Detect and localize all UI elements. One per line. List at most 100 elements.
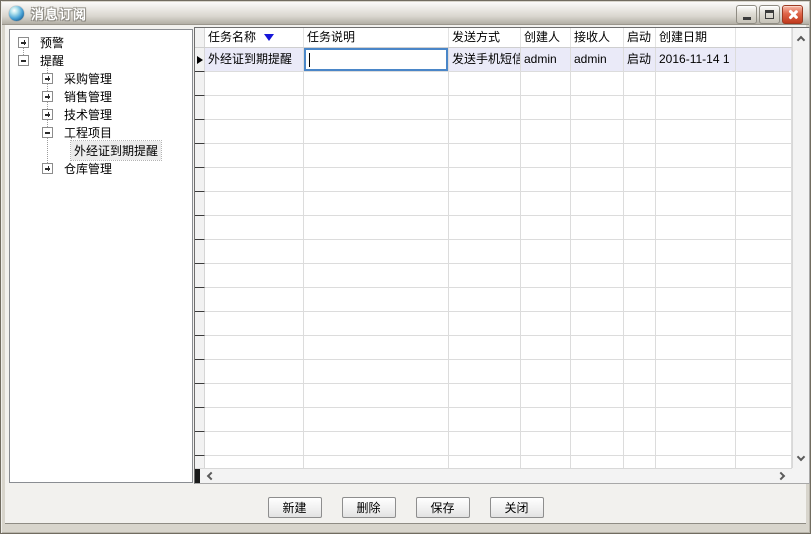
close-icon bbox=[787, 9, 798, 20]
minimize-icon bbox=[743, 17, 751, 20]
minus-icon[interactable] bbox=[42, 127, 53, 138]
save-button[interactable]: 保存 bbox=[416, 497, 470, 518]
scrollbar-corner bbox=[792, 468, 809, 483]
scroll-left-button[interactable] bbox=[201, 469, 217, 483]
tree-item-label: 技术管理 bbox=[61, 105, 115, 124]
close-button[interactable] bbox=[782, 5, 803, 24]
scroll-down-button[interactable] bbox=[793, 450, 809, 466]
chevron-down-icon bbox=[797, 452, 805, 460]
tree-item-sales-mgmt[interactable]: 销售管理 bbox=[10, 87, 192, 105]
creator-cell[interactable]: admin bbox=[521, 48, 571, 72]
column-header-start[interactable]: 启动 bbox=[624, 28, 656, 47]
row-gutter bbox=[195, 96, 205, 120]
row-gutter bbox=[195, 432, 205, 456]
sort-desc-icon bbox=[264, 34, 274, 41]
create-date-cell[interactable]: 2016-11-14 1 bbox=[656, 48, 736, 72]
row-indicator-icon bbox=[197, 56, 203, 64]
row-cells bbox=[205, 336, 792, 360]
row-gutter bbox=[195, 288, 205, 312]
tree-item-label: 销售管理 bbox=[61, 87, 115, 106]
column-header-receiver[interactable]: 接收人 bbox=[571, 28, 624, 47]
table-row-empty bbox=[195, 96, 792, 120]
row-gutter bbox=[195, 408, 205, 432]
column-header-label: 创建日期 bbox=[659, 30, 707, 44]
horizontal-scroll-thumb[interactable] bbox=[195, 469, 200, 483]
horizontal-scrollbar[interactable] bbox=[195, 468, 792, 483]
column-header-label: 启动 bbox=[627, 30, 651, 44]
new-button[interactable]: 新建 bbox=[268, 497, 322, 518]
delete-button[interactable]: 删除 bbox=[342, 497, 396, 518]
table-row-empty bbox=[195, 192, 792, 216]
table-row-empty bbox=[195, 216, 792, 240]
row-gutter bbox=[195, 48, 205, 72]
tree-item-warning[interactable]: 预警 bbox=[10, 33, 192, 51]
row-cells bbox=[205, 384, 792, 408]
table-row-empty bbox=[195, 360, 792, 384]
tree-item-reminder[interactable]: 提醒 bbox=[10, 51, 192, 69]
tree-item-foreign-cert-expiry-reminder[interactable]: 外经证到期提醒 bbox=[10, 141, 192, 159]
row-cells: 外经证到期提醒 发送手机短信 admin admin 启动 bbox=[205, 48, 792, 72]
maximize-button[interactable] bbox=[759, 5, 780, 24]
table-row-empty bbox=[195, 456, 792, 468]
column-header-label: 创建人 bbox=[524, 30, 560, 44]
row-gutter bbox=[195, 192, 205, 216]
row-cells bbox=[205, 72, 792, 96]
table-row-empty bbox=[195, 312, 792, 336]
tree-item-warehouse-mgmt[interactable]: 仓库管理 bbox=[10, 159, 192, 177]
subscription-tree: 预警 提醒 采购管理 销售管理 技术管理 bbox=[9, 29, 193, 483]
tree-inner: 预警 提醒 采购管理 销售管理 技术管理 bbox=[10, 30, 192, 177]
row-gutter bbox=[195, 216, 205, 240]
tree-item-label: 仓库管理 bbox=[61, 159, 115, 178]
grid-rows: 外经证到期提醒 发送手机短信 admin admin 启动 bbox=[195, 48, 792, 468]
table-row-empty bbox=[195, 288, 792, 312]
table-row-empty bbox=[195, 264, 792, 288]
row-cells bbox=[205, 264, 792, 288]
column-header-create-date[interactable]: 创建日期 bbox=[656, 28, 736, 47]
receiver-cell[interactable]: admin bbox=[571, 48, 624, 72]
window-controls bbox=[736, 5, 803, 24]
window-title: 消息订阅 bbox=[31, 4, 87, 23]
row-cells bbox=[205, 144, 792, 168]
row-gutter bbox=[195, 264, 205, 288]
button-bar: 新建 删除 保存 关闭 bbox=[5, 497, 806, 518]
task-name-cell[interactable]: 外经证到期提醒 bbox=[205, 48, 304, 72]
maximize-icon bbox=[765, 10, 774, 19]
tree-item-tech-mgmt[interactable]: 技术管理 bbox=[10, 105, 192, 123]
row-gutter bbox=[195, 336, 205, 360]
titlebar[interactable]: 消息订阅 bbox=[2, 2, 809, 25]
minimize-button[interactable] bbox=[736, 5, 757, 24]
tree-item-purchase-mgmt[interactable]: 采购管理 bbox=[10, 69, 192, 87]
row-gutter bbox=[195, 72, 205, 96]
column-header-task-description[interactable]: 任务说明 bbox=[304, 28, 449, 47]
close-dialog-button[interactable]: 关闭 bbox=[490, 497, 544, 518]
start-cell[interactable]: 启动 bbox=[624, 48, 656, 72]
task-description-editor[interactable] bbox=[304, 48, 448, 71]
vertical-scrollbar[interactable] bbox=[792, 28, 809, 468]
plus-icon[interactable] bbox=[42, 109, 53, 120]
task-description-cell[interactable] bbox=[304, 48, 449, 72]
scroll-up-button[interactable] bbox=[793, 30, 809, 46]
row-cells bbox=[205, 288, 792, 312]
text-caret bbox=[309, 53, 310, 67]
column-header-task-name[interactable]: 任务名称 bbox=[205, 28, 304, 47]
minus-icon[interactable] bbox=[18, 55, 29, 66]
column-header-label: 发送方式 bbox=[452, 30, 500, 44]
row-gutter bbox=[195, 168, 205, 192]
scroll-right-button[interactable] bbox=[774, 469, 790, 483]
column-header-send-method[interactable]: 发送方式 bbox=[449, 28, 521, 47]
plus-icon[interactable] bbox=[42, 91, 53, 102]
table-row-empty bbox=[195, 384, 792, 408]
column-header-creator[interactable]: 创建人 bbox=[521, 28, 571, 47]
table-row-empty bbox=[195, 168, 792, 192]
plus-icon[interactable] bbox=[42, 73, 53, 84]
tree-item-label: 预警 bbox=[37, 33, 67, 52]
tree-item-engineering-project[interactable]: 工程项目 bbox=[10, 123, 192, 141]
plus-icon[interactable] bbox=[18, 37, 29, 48]
table-row[interactable]: 外经证到期提醒 发送手机短信 admin admin 启动 bbox=[195, 48, 792, 72]
row-gutter bbox=[195, 456, 205, 468]
send-method-cell[interactable]: 发送手机短信 bbox=[449, 48, 521, 72]
table-row-empty bbox=[195, 408, 792, 432]
plus-icon[interactable] bbox=[42, 163, 53, 174]
row-cells bbox=[205, 96, 792, 120]
chevron-right-icon bbox=[776, 472, 784, 480]
